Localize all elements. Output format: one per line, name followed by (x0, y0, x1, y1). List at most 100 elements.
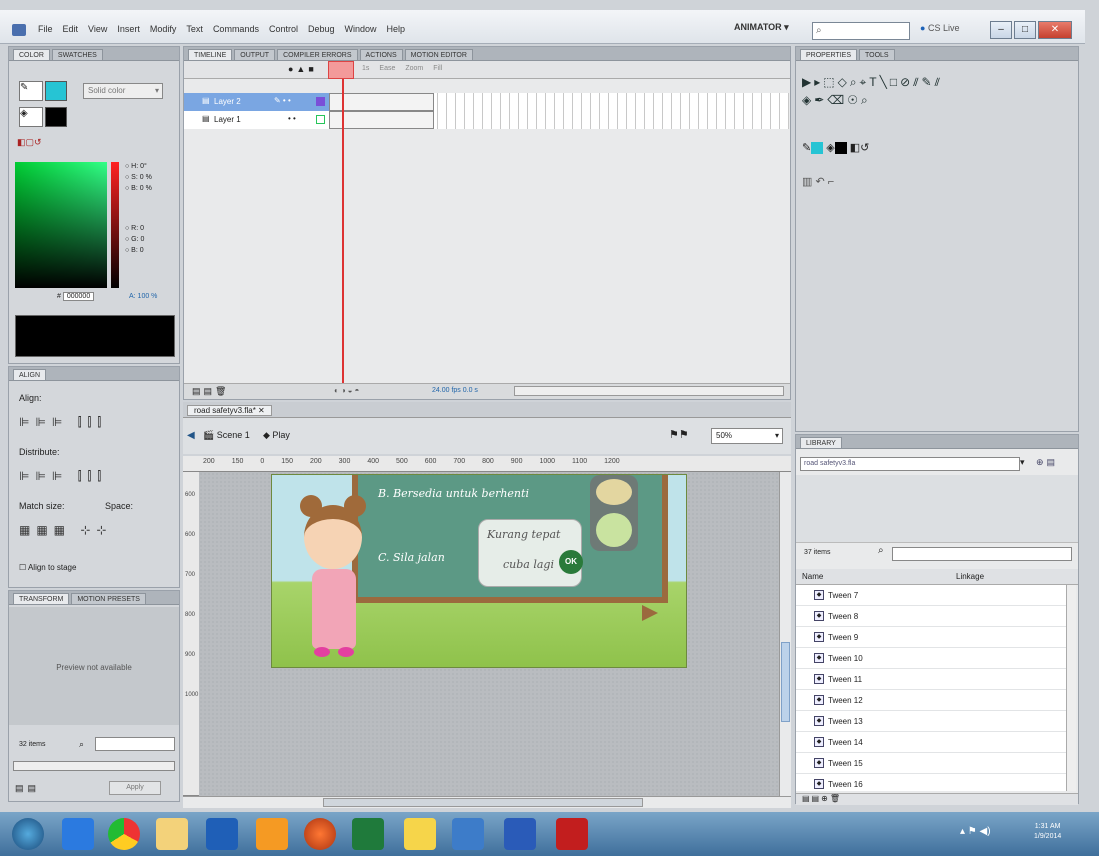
keyframe-span[interactable] (329, 111, 434, 129)
tab-swatches[interactable]: SWATCHES (51, 49, 103, 60)
menu-item-debug[interactable]: Debug (308, 24, 335, 34)
rgb-value[interactable]: ○ G: 0 (125, 234, 144, 245)
library-item[interactable]: ◆ Tween 8 (796, 606, 1066, 627)
media-icon[interactable] (256, 818, 288, 850)
layer-toggle-icons[interactable]: ●▲■ (288, 64, 317, 74)
close-button[interactable]: ✕ (1038, 21, 1072, 39)
fill-color-swatch[interactable] (45, 107, 67, 127)
library-item[interactable]: ◆ Tween 12 (796, 690, 1066, 711)
start-button[interactable] (12, 818, 44, 850)
tab-actions[interactable]: ACTIONS (359, 49, 403, 60)
tab-motion-presets[interactable]: MOTION PRESETS (71, 593, 146, 604)
cs-live-button[interactable]: ● CS Live (920, 23, 959, 33)
publisher-icon[interactable] (452, 818, 484, 850)
library-item[interactable]: ◆ Tween 11 (796, 669, 1066, 690)
library-item[interactable]: ◆ Tween 16 (796, 774, 1066, 791)
tab-compiler-errors[interactable]: COMPILER ERRORS (277, 49, 358, 60)
menu-item-view[interactable]: View (88, 24, 107, 34)
menu-item-insert[interactable]: Insert (117, 24, 140, 34)
playhead-header[interactable] (328, 61, 354, 79)
stroke-color-swatch[interactable] (45, 81, 67, 101)
onion-skin-icons[interactable]: ◐◑◒◓ (334, 386, 361, 395)
tab-tools[interactable]: TOOLS (859, 49, 895, 60)
maximize-button[interactable]: □ (1014, 21, 1036, 39)
folder-icon[interactable] (156, 818, 188, 850)
column-linkage[interactable]: Linkage (956, 572, 984, 581)
layer-color-swatch[interactable] (316, 115, 325, 124)
tab-color[interactable]: COLOR (13, 49, 50, 60)
library-item[interactable]: ◆ Tween 14 (796, 732, 1066, 753)
layer-row[interactable]: ▤ Layer 1 • • (184, 111, 329, 129)
tray-icons[interactable]: ▴ ⚑ ◀) (960, 826, 991, 837)
tab-timeline[interactable]: TIMELINE (188, 49, 233, 60)
layer-row[interactable]: ▤ Layer 2 ✎ • • (184, 93, 329, 111)
workspace-switcher[interactable]: ANIMATOR ▾ (734, 22, 789, 33)
document-tab[interactable]: road safetyv3.fla* ✕ (187, 405, 272, 416)
ie-icon[interactable] (62, 818, 94, 850)
library-item[interactable]: ◆ Tween 15 (796, 753, 1066, 774)
timeline-scrollbar[interactable] (514, 386, 784, 396)
outlook-icon[interactable] (206, 818, 238, 850)
tool-buttons[interactable]: ▶▸⬚◇⌕⌖T╲□⊘⫽✎⫽ ◈✒⌫☉⌕ (802, 73, 1074, 109)
tab-output[interactable]: OUTPUT (234, 49, 276, 60)
clock[interactable]: 1:31 AM 1/9/2014 (1034, 822, 1061, 842)
chrome-icon[interactable] (108, 818, 140, 850)
library-search-input[interactable] (892, 547, 1072, 561)
match-size-buttons[interactable]: ▦▦▦ ⊹⊹ (19, 523, 112, 537)
stage-canvas[interactable]: B. Bersedia untuk berhenti C. Sila jalan… (271, 474, 687, 668)
menu-item-commands[interactable]: Commands (213, 24, 259, 34)
tool-color-controls[interactable]: ✎ ◈ ◧↺ (802, 141, 869, 155)
layer-name[interactable]: Layer 1 (214, 115, 241, 124)
symbol-breadcrumb[interactable]: ◆ Play (263, 430, 290, 441)
explorer-icon[interactable] (404, 818, 436, 850)
preset-search-input[interactable] (95, 737, 175, 751)
color-spectrum[interactable] (15, 162, 107, 288)
apply-button[interactable]: Apply (109, 781, 161, 795)
tab-align[interactable]: ALIGN (13, 369, 47, 380)
library-item[interactable]: ◆ Tween 13 (796, 711, 1066, 732)
library-file-select[interactable]: road safetyv3.fla (800, 457, 1020, 471)
flash-icon[interactable] (556, 818, 588, 850)
layer-color-swatch[interactable] (316, 97, 325, 106)
menu-item-control[interactable]: Control (269, 24, 298, 34)
align-to-stage-checkbox[interactable]: ☐ Align to stage (19, 563, 76, 572)
align-buttons[interactable]: ⊫⊫⊫ ⫿⫿⫿ (19, 415, 107, 430)
column-name[interactable]: Name (802, 572, 823, 581)
alpha-value[interactable]: A: 100 % (129, 293, 157, 300)
minimize-button[interactable]: – (990, 21, 1012, 39)
tool-options[interactable]: ▥ ↶ ⌐ (802, 175, 834, 188)
word-icon[interactable] (504, 818, 536, 850)
library-item[interactable]: ◆ Tween 10 (796, 648, 1066, 669)
hex-field[interactable]: # 000000 (57, 292, 95, 301)
library-item[interactable]: ◆ Tween 7 (796, 585, 1066, 606)
preset-scrollbar[interactable] (13, 761, 175, 771)
stage-hscrollbar[interactable] (183, 796, 791, 808)
layer-folder-icons[interactable]: ▤▤🗑 (192, 386, 229, 397)
tab-motion-editor[interactable]: MOTION EDITOR (404, 49, 473, 60)
menu-item-modify[interactable]: Modify (150, 24, 177, 34)
excel-icon[interactable] (352, 818, 384, 850)
firefox-icon[interactable] (304, 818, 336, 850)
fill-type-select[interactable]: Solid color ▾ (83, 83, 163, 99)
menu-item-help[interactable]: Help (387, 24, 406, 34)
library-pin-icons[interactable]: ⊕▤ (1036, 457, 1058, 468)
preset-folder-icons[interactable]: ▤▤ (15, 783, 40, 794)
scroll-thumb[interactable] (781, 642, 790, 722)
tab-library[interactable]: LIBRARY (800, 437, 842, 448)
stroke-color-well[interactable]: ✎ (19, 81, 43, 101)
menu-item-window[interactable]: Window (345, 24, 377, 34)
menu-item-file[interactable]: File (38, 24, 53, 34)
rgb-value[interactable]: ○ R: 0 (125, 223, 144, 234)
rgb-value[interactable]: ○ B: 0 (125, 245, 144, 256)
library-scrollbar[interactable] (1066, 585, 1076, 791)
menu-item-edit[interactable]: Edit (63, 24, 79, 34)
chevron-down-icon[interactable]: ▾ (1020, 457, 1025, 468)
scene-breadcrumb[interactable]: 🎬 Scene 1 (203, 430, 250, 441)
keyframe-span[interactable] (329, 93, 434, 111)
back-arrow-icon[interactable]: ◀ (187, 430, 195, 441)
hsb-value[interactable]: ○ S: 0 % (125, 172, 152, 183)
brightness-slider[interactable] (111, 162, 119, 288)
hsb-value[interactable]: ○ H: 0° (125, 161, 152, 172)
swap-colors-icon[interactable]: ◧▢↺ (17, 137, 42, 148)
hscroll-thumb[interactable] (323, 798, 643, 807)
